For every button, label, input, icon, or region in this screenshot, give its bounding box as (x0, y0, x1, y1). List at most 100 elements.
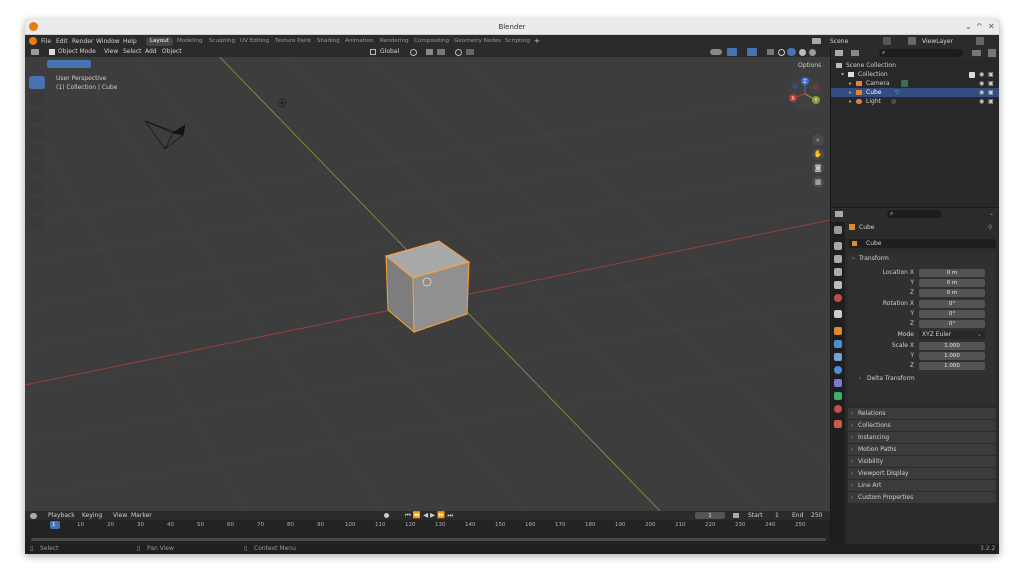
minimize-button[interactable]: ⌄ (965, 22, 972, 31)
rotation-x-field[interactable]: 0° (919, 300, 985, 308)
visibility-eye-icon[interactable]: ◉ (979, 90, 984, 96)
location-y-field[interactable]: 0 m (919, 279, 985, 287)
perspective-toggle-icon[interactable]: ▦ (812, 176, 824, 188)
tab-scripting[interactable]: Scripting (501, 37, 534, 46)
tab-modeling[interactable]: Modeling (173, 37, 206, 46)
end-value[interactable]: 250 (811, 513, 822, 519)
annotate-tool-icon[interactable] (29, 181, 45, 194)
select-mode-icons[interactable] (47, 60, 91, 68)
falloff-icon[interactable] (466, 49, 474, 55)
view-layer-tab-icon[interactable] (834, 268, 842, 276)
render-tab-icon[interactable] (834, 242, 842, 250)
particles-tab-icon[interactable] (834, 353, 842, 361)
world-tab-icon[interactable] (834, 294, 842, 302)
modifier-tab-icon[interactable] (834, 340, 842, 348)
camera-view-icon[interactable]: ◙ (812, 162, 824, 174)
visibility-eye-icon[interactable]: ◉ (979, 99, 984, 105)
motion-paths-panel[interactable]: › Motion Paths (848, 444, 996, 455)
tab-texture-paint[interactable]: Texture Paint (271, 37, 315, 46)
scale-z-field[interactable]: 1.000 (919, 362, 985, 370)
menu-help[interactable]: Help (123, 38, 137, 45)
tab-animation[interactable]: Animation (341, 37, 378, 46)
visibility-panel[interactable]: › Visibility (848, 456, 996, 467)
object-tab-icon[interactable] (834, 327, 842, 335)
rotation-mode-dropdown[interactable]: XYZ Euler ⌄ (919, 331, 985, 339)
playback-controls[interactable]: ⏮ ⏪ ◀ ▶ ⏩ ⏭ (405, 512, 453, 519)
properties-editor-icon[interactable] (835, 211, 843, 217)
collapse-arrow-icon[interactable]: ▾ (841, 72, 844, 78)
viewport-menu-view[interactable]: View (104, 49, 118, 55)
properties-search-field[interactable]: ⌕ (887, 210, 942, 218)
pan-hand-icon[interactable]: ✋ (812, 148, 824, 160)
viewport-menu-add[interactable]: Add (145, 49, 157, 55)
transform-header[interactable]: Transform (859, 256, 889, 262)
options-dropdown[interactable]: Options (798, 63, 821, 69)
constraints-tab-icon[interactable] (834, 379, 842, 387)
blender-menu-icon[interactable] (29, 37, 37, 45)
rotation-y-field[interactable]: 0° (919, 310, 985, 318)
new-collection-icon[interactable] (988, 49, 996, 57)
collapse-arrow-icon[interactable]: ⌄ (851, 255, 856, 261)
shading-wireframe-icon[interactable] (778, 49, 785, 56)
tab-sculpting[interactable]: Sculpting (205, 37, 239, 46)
orientation-dropdown[interactable]: Global (380, 49, 399, 55)
rotation-z-field[interactable]: 0° (919, 320, 985, 328)
snap-icon[interactable] (426, 49, 433, 55)
collections-panel[interactable]: › Collections (848, 420, 996, 431)
add-workspace-button[interactable]: + (534, 37, 540, 45)
timeline-scrollbar[interactable] (31, 538, 826, 541)
expand-arrow-icon[interactable]: ▸ (849, 99, 852, 105)
current-frame-field[interactable]: 1 (695, 512, 725, 519)
collection-tab-icon[interactable] (834, 310, 842, 318)
zoom-icon[interactable]: ⌕ (812, 134, 824, 146)
menu-file[interactable]: File (41, 38, 51, 45)
viewport-scene[interactable] (25, 47, 830, 511)
tab-geometry-nodes[interactable]: Geometry Nodes (450, 37, 505, 46)
overlay-toggle-icon[interactable] (747, 48, 757, 56)
object-mode-dropdown[interactable]: Object Mode (58, 49, 96, 55)
render-camera-icon[interactable]: ▣ (988, 99, 994, 105)
outliner-row-camera[interactable]: ▸ Camera ◉ ▣ (831, 79, 999, 88)
scene-tab-icon[interactable] (834, 281, 842, 289)
shading-material-icon[interactable] (799, 49, 806, 56)
tab-rendering[interactable]: Rendering (376, 37, 413, 46)
menu-window[interactable]: Window (96, 38, 120, 45)
view-layer-icon[interactable] (908, 37, 916, 45)
xray-toggle-icon[interactable] (767, 49, 774, 55)
view-layer-selector[interactable]: ViewLayer (922, 38, 953, 45)
expand-arrow-icon[interactable]: ▸ (849, 90, 852, 96)
rotate-tool-icon[interactable] (29, 127, 45, 140)
navigation-gizmo[interactable]: Z Y X (787, 76, 823, 112)
scale-y-field[interactable]: 1.000 (919, 352, 985, 360)
transform-tool-icon[interactable] (29, 161, 45, 174)
tab-uv-editing[interactable]: UV Editing (236, 37, 273, 46)
shading-rendered-icon[interactable] (809, 49, 816, 56)
search-field[interactable]: ⌕ (879, 49, 963, 57)
viewport-menu-select[interactable]: Select (123, 49, 142, 55)
object-name-field[interactable]: Cube (849, 239, 996, 248)
move-tool-icon[interactable] (29, 110, 45, 123)
snap-target-icon[interactable] (437, 49, 445, 55)
add-cube-tool-icon[interactable] (29, 217, 45, 230)
menu-render[interactable]: Render (72, 38, 93, 45)
line-art-panel[interactable]: › Line Art (848, 480, 996, 491)
proportional-editing-icon[interactable] (455, 49, 462, 56)
start-value[interactable]: 1 (775, 513, 779, 519)
pivot-icon[interactable] (410, 49, 417, 56)
close-button[interactable]: ✕ (988, 22, 995, 31)
render-camera-icon[interactable]: ▣ (988, 90, 994, 96)
output-tab-icon[interactable] (834, 255, 842, 263)
location-x-field[interactable]: 0 m (919, 269, 985, 277)
viewport-display-panel[interactable]: › Viewport Display (848, 468, 996, 479)
outliner-row-collection[interactable]: ▾ Collection ◉ ▣ (831, 70, 999, 79)
editor-type-icon[interactable] (31, 49, 39, 55)
location-z-field[interactable]: 0 m (919, 289, 985, 297)
tab-layout[interactable]: Layout (146, 37, 174, 46)
relations-panel[interactable]: › Relations (848, 408, 996, 419)
preview-range-icon[interactable] (733, 513, 739, 518)
render-camera-icon[interactable]: ▣ (988, 72, 994, 78)
maximize-button[interactable]: ^ (976, 22, 983, 31)
timeline-editor-icon[interactable] (30, 513, 37, 519)
visibility-eye-icon[interactable]: ◉ (979, 72, 984, 78)
scale-x-field[interactable]: 1.000 (919, 342, 985, 350)
